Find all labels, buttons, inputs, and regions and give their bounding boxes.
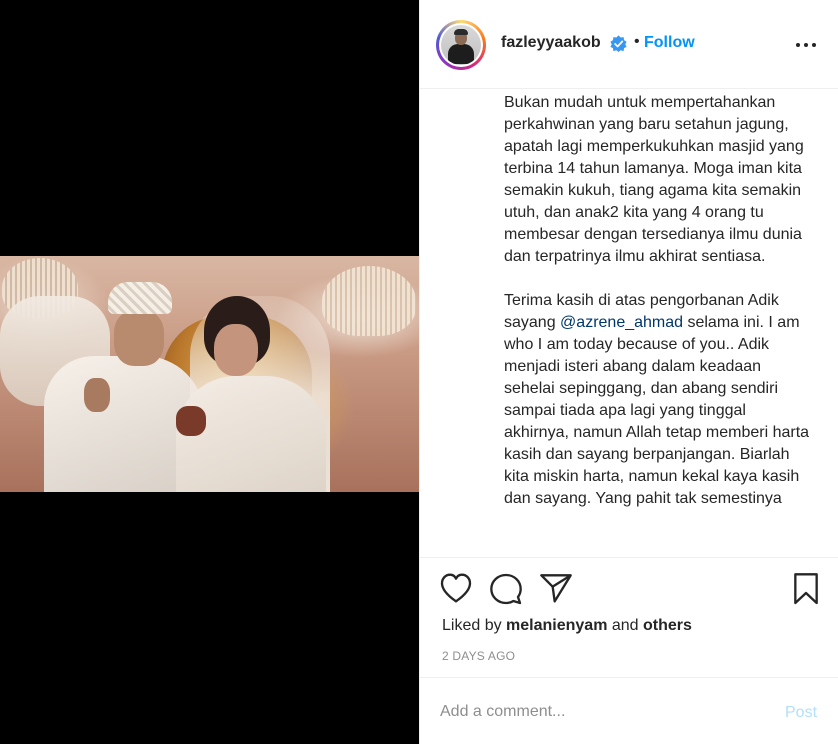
post-media (0, 0, 419, 744)
paper-plane-icon[interactable] (540, 573, 572, 603)
action-bar (420, 559, 838, 619)
photo-groom-headwear (108, 282, 172, 314)
photo-groom-hands (84, 378, 110, 412)
photo-groom-face (114, 310, 164, 366)
photo-bride-face (214, 324, 258, 376)
separator-dot: • (634, 33, 640, 50)
post-timestamp[interactable]: 2 DAYS AGO (442, 649, 515, 663)
liked-by-user-link[interactable]: melanienyam (506, 617, 607, 634)
mention-link[interactable]: @azrene_ahmad (560, 314, 683, 331)
likes-summary: Liked by melanienyam and others (442, 617, 692, 634)
liked-by-others-link[interactable]: others (643, 617, 692, 634)
caption-scroll-area[interactable]: Bukan mudah untuk mempertahankan perkahw… (420, 90, 838, 558)
caption-text: Bukan mudah untuk mempertahankan perkahw… (504, 92, 814, 532)
post-photo[interactable] (0, 256, 419, 492)
verified-badge-icon (610, 35, 627, 52)
username-link[interactable]: fazleyyaakob (501, 34, 601, 52)
caption-paragraph: Terima kasih di atas pengorbanan Adik sa… (504, 292, 810, 507)
avatar (441, 25, 481, 65)
post-side-panel: fazleyyaakob • Follow Bukan mudah untuk … (419, 0, 838, 744)
photo-bride-hands (176, 406, 206, 436)
caption-paragraph: Bukan mudah untuk mempertahankan perkahw… (504, 94, 804, 265)
post-comment-button[interactable]: Post (785, 704, 817, 722)
comment-input[interactable] (440, 700, 760, 724)
avatar-story-ring[interactable] (436, 20, 486, 70)
post-header: fazleyyaakob • Follow (420, 0, 838, 89)
comment-bubble-icon[interactable] (490, 573, 522, 605)
bookmark-icon[interactable] (792, 573, 820, 605)
follow-button[interactable]: Follow (644, 34, 695, 52)
photo-lamp-right (322, 266, 416, 336)
more-options-icon[interactable] (796, 34, 820, 54)
comment-bar: Post (420, 677, 838, 744)
heart-icon[interactable] (440, 573, 472, 603)
